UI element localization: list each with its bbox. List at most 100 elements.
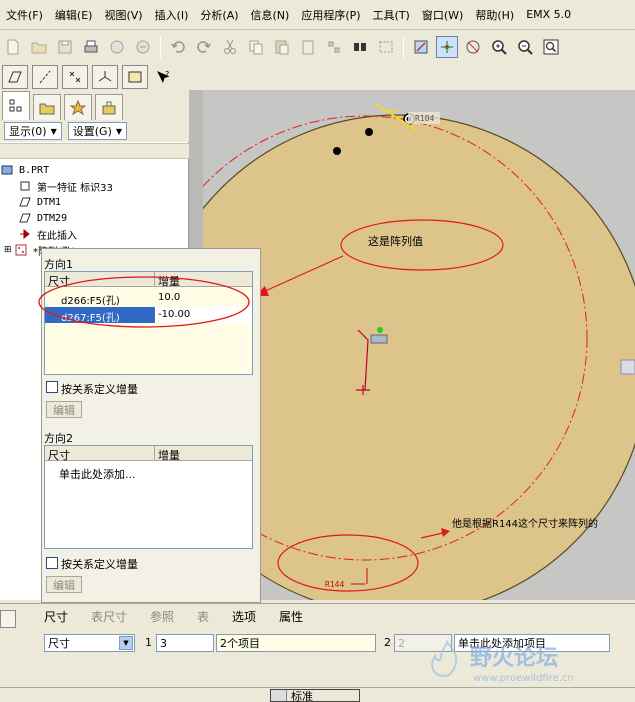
relation-checkbox-1[interactable] (46, 381, 58, 393)
datum-plane-icon (18, 196, 32, 208)
tree-node-first-feature[interactable]: 第一特征 标识33 (0, 178, 189, 194)
menu-insert[interactable]: 插入(I) (149, 7, 195, 23)
expand-plus-icon[interactable]: ⊞ (4, 245, 14, 255)
menu-file[interactable]: 文件(F) (0, 7, 49, 23)
undo-icon[interactable] (167, 36, 189, 58)
dimension-r104[interactable]: R104 (415, 114, 434, 123)
main-toolbar (0, 32, 635, 62)
repaint-icon[interactable] (410, 36, 432, 58)
pattern-type-select[interactable]: 尺寸 ▼ (44, 634, 135, 652)
dimension-r144[interactable]: R144 (325, 580, 344, 589)
refit-icon[interactable] (540, 36, 562, 58)
datum-point-display-icon[interactable] (62, 65, 88, 89)
datum-plane-icon (18, 212, 32, 224)
col-increment: 增量 (158, 449, 180, 462)
dir1-count-input[interactable]: 3 (156, 634, 214, 652)
spin-center-icon[interactable] (436, 36, 458, 58)
chevron-down-icon: ▼ (50, 126, 57, 136)
favorites-tab-icon[interactable] (64, 94, 92, 120)
menu-info[interactable]: 信息(N) (245, 7, 296, 23)
save-icon[interactable] (54, 36, 76, 58)
show-dropdown-button[interactable]: 显示(0) ▼ (4, 122, 62, 140)
email-icon[interactable] (106, 36, 128, 58)
tree-node-label: 在此插入 (37, 230, 77, 242)
select-box-icon[interactable] (375, 36, 397, 58)
graphics-window[interactable]: R104 这是阵列值 他是根据R144这个尺寸来阵列的 R144 (203, 90, 635, 600)
menu-tools[interactable]: 工具(T) (367, 7, 416, 23)
csys-label-box (370, 334, 388, 344)
zoom-out-icon[interactable] (514, 36, 536, 58)
svg-text:?: ? (165, 70, 169, 79)
tree-node-dtm29[interactable]: DTM29 (0, 210, 189, 226)
edit-button-1-label: 编辑 (53, 403, 75, 417)
menu-view[interactable]: 视图(V) (98, 7, 148, 23)
menu-applications[interactable]: 应用程序(P) (295, 7, 366, 23)
zoom-in-icon[interactable] (488, 36, 510, 58)
tree-node-label: 第一特征 标识33 (37, 182, 113, 194)
relation-checkbox-1-label: 按关系定义增量 (61, 383, 138, 396)
find-icon[interactable] (349, 36, 371, 58)
datum-plane-display-icon[interactable] (2, 65, 28, 89)
datum-toolbar: ? (0, 62, 200, 92)
col-dimension: 尺寸 (48, 449, 70, 462)
open-folder-icon[interactable] (28, 36, 50, 58)
insert-arrow-icon (18, 228, 32, 240)
regenerate-icon[interactable] (323, 36, 345, 58)
tab-properties[interactable]: 属性 (279, 608, 303, 625)
tab-dimensions[interactable]: 尺寸 (44, 608, 68, 625)
tree-node-part[interactable]: B.PRT (0, 162, 189, 178)
folder-browser-tab-icon[interactable] (33, 94, 61, 120)
menu-emx[interactable]: EMX 5.0 (520, 8, 577, 21)
dashboard-left-icon[interactable] (0, 610, 16, 628)
tab-tables[interactable]: 表 (197, 608, 209, 625)
datum-axis-display-icon[interactable] (32, 65, 58, 89)
coordinate-system-display-icon[interactable] (92, 65, 118, 89)
dir1-items-field[interactable]: 2个项目 (216, 634, 376, 652)
print-icon[interactable] (80, 36, 102, 58)
tree-node-label: DTM1 (37, 196, 62, 208)
direction2-label: 方向2 (44, 432, 73, 445)
tree-node-label: B.PRT (19, 164, 50, 176)
new-file-icon[interactable] (2, 36, 24, 58)
connections-tab-icon[interactable] (95, 94, 123, 120)
pattern-dashboard: 尺寸 表尺寸 参照 表 选项 属性 尺寸 ▼ 1 3 2个项目 2 2 单击此处… (0, 603, 635, 687)
copy-icon[interactable] (245, 36, 267, 58)
table-row[interactable]: 单击此处添加... (45, 464, 252, 482)
context-help-icon[interactable]: ? (152, 66, 174, 88)
tab-table-dimensions[interactable]: 表尺寸 (91, 608, 127, 625)
redo-icon[interactable] (193, 36, 215, 58)
navigator-buttons: 显示(0) ▼ 设置(G) ▼ (0, 120, 189, 142)
relation-checkbox-2[interactable] (46, 557, 58, 569)
email-link-icon[interactable] (132, 36, 154, 58)
column-separator (154, 446, 155, 461)
menu-analysis[interactable]: 分析(A) (194, 7, 244, 23)
paste-special-icon[interactable] (297, 36, 319, 58)
annotation-ellipse-table (38, 276, 250, 328)
tree-node-dtm1[interactable]: DTM1 (0, 194, 189, 210)
tree-header (0, 143, 189, 159)
edit-button-2[interactable]: 编辑 (46, 576, 82, 593)
cut-icon[interactable] (219, 36, 241, 58)
orient-mode-icon[interactable] (462, 36, 484, 58)
spin-center-display-icon[interactable] (122, 65, 148, 89)
relation-checkbox-2-label: 按关系定义增量 (61, 558, 138, 571)
menu-help[interactable]: 帮助(H) (469, 7, 520, 23)
pattern-hole-3[interactable] (333, 147, 341, 155)
tree-node-label: DTM29 (37, 212, 68, 224)
pattern-hole-2[interactable] (365, 128, 373, 136)
tab-options[interactable]: 选项 (232, 608, 256, 625)
tab-references[interactable]: 参照 (150, 608, 174, 625)
menu-window[interactable]: 窗口(W) (416, 7, 469, 23)
menu-edit[interactable]: 编辑(E) (49, 7, 99, 23)
model-view: R104 这是阵列值 他是根据R144这个尺寸来阵列的 R144 (203, 103, 635, 600)
graphics-edge-box (620, 359, 635, 375)
model-tree-tab-icon[interactable] (2, 91, 30, 120)
paste-icon[interactable] (271, 36, 293, 58)
settings-dropdown-button[interactable]: 设置(G) ▼ (67, 122, 128, 140)
filter-select[interactable]: 标准 (270, 689, 360, 702)
add-item-placeholder[interactable]: 单击此处添加... (59, 466, 136, 482)
tree-node-insert-here[interactable]: 在此插入 (0, 226, 189, 242)
watermark-logo-text: 野火论坛 (470, 646, 559, 671)
edit-button-1[interactable]: 编辑 (46, 401, 82, 418)
model-tree: B.PRT 第一特征 标识33 DTM1 DTM29 在此插入 ⊞*阵列(孔) (0, 162, 189, 258)
